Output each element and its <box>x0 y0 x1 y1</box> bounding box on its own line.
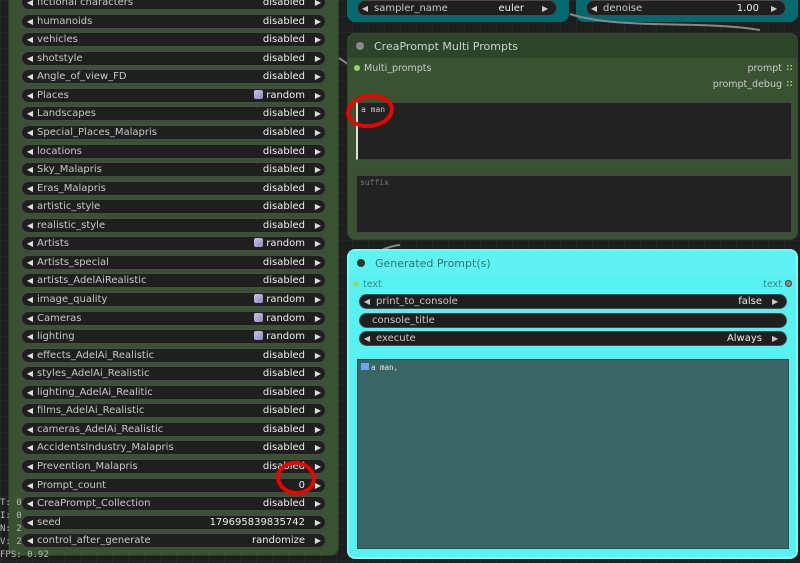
widget-label: execute <box>376 333 416 344</box>
text-cursor-icon <box>361 363 369 370</box>
input-slot-icon[interactable] <box>353 281 359 287</box>
widget-value: false <box>738 296 762 307</box>
multi-prompts-node[interactable]: CreaPrompt Multi Prompts Multi_prompts p… <box>347 33 798 240</box>
input-label: Multi_prompts <box>364 63 432 74</box>
collapse-dot-icon[interactable] <box>356 42 364 50</box>
output-slot-icon[interactable] <box>785 280 792 287</box>
node-title: Generated Prompt(s) <box>375 256 491 270</box>
multi-prompts-input[interactable]: Multi_prompts <box>354 63 431 74</box>
prompt-textarea[interactable]: a man <box>356 102 792 160</box>
widget-label: console_title <box>372 315 435 326</box>
generated-prompts-node[interactable]: Generated Prompt(s) text text ◀ print_to… <box>347 249 798 559</box>
prompt-debug-output[interactable]: prompt_debug <box>713 79 793 90</box>
increment-arrow-icon[interactable]: ▶ <box>772 297 786 306</box>
grid-slot-icon[interactable] <box>786 64 793 71</box>
console-title-widget[interactable]: console_title <box>359 313 787 328</box>
text-input[interactable]: text <box>353 279 382 290</box>
grid-slot-icon[interactable] <box>786 80 793 87</box>
decrement-arrow-icon[interactable]: ◀ <box>360 334 374 343</box>
output-text: a man, <box>371 363 399 372</box>
node-title-bar[interactable]: CreaPrompt Multi Prompts <box>348 34 797 58</box>
generated-output-text[interactable]: a man, <box>357 359 789 549</box>
suffix-textarea[interactable]: suffix <box>356 175 792 233</box>
output-label: prompt <box>747 63 782 74</box>
node-title-bar[interactable]: Generated Prompt(s) <box>349 251 796 275</box>
text-output[interactable]: text <box>763 279 792 290</box>
output-label: prompt_debug <box>712 79 782 90</box>
execute-widget[interactable]: ◀ execute Always ▶ <box>359 331 787 346</box>
print-to-console-widget[interactable]: ◀ print_to_console false ▶ <box>359 294 787 309</box>
collapse-dot-icon[interactable] <box>357 259 365 267</box>
widget-value: Always <box>726 333 762 344</box>
increment-arrow-icon[interactable]: ▶ <box>772 334 786 343</box>
widget-label: print_to_console <box>376 296 458 307</box>
input-slot-icon[interactable] <box>354 65 360 71</box>
output-label: text <box>763 279 782 290</box>
prompt-output[interactable]: prompt <box>747 63 793 74</box>
node-title: CreaPrompt Multi Prompts <box>374 39 519 53</box>
decrement-arrow-icon[interactable]: ◀ <box>360 297 374 306</box>
input-label: text <box>363 279 382 290</box>
